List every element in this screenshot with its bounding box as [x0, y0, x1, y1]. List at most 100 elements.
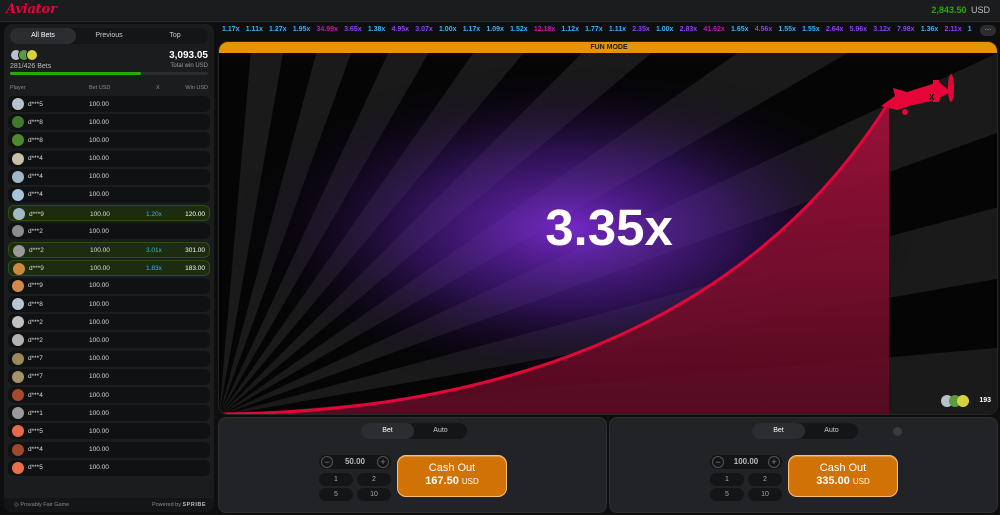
history-multiplier[interactable]: 1.17x — [222, 26, 240, 33]
history-multiplier[interactable]: 2.64x — [826, 26, 844, 33]
column-win: Win USD — [185, 85, 208, 91]
history-multiplier[interactable]: 1.55x — [778, 26, 796, 33]
fun-mode-banner: FUN MODE — [219, 42, 997, 53]
tab-auto[interactable]: Auto — [414, 423, 467, 439]
history-multiplier[interactable]: 1.00x — [439, 26, 457, 33]
bet-row: d***9 100.00 1.20x 120.00 — [8, 205, 210, 222]
tab-previous[interactable]: Previous — [76, 28, 142, 44]
avatar — [12, 225, 24, 238]
player-name: d***1 — [28, 409, 43, 417]
quick-bet-10[interactable]: 10 — [357, 488, 391, 501]
tab-top[interactable]: Top — [142, 28, 208, 44]
history-multiplier[interactable]: 2.35x — [632, 26, 650, 33]
history-multiplier[interactable]: 12.18x — [534, 26, 555, 33]
avatar — [13, 244, 25, 257]
bet-amount: 100.00 — [89, 136, 109, 144]
plus-button[interactable]: + — [377, 456, 389, 468]
powered-by-label: Powered by — [151, 502, 181, 508]
tab-bet[interactable]: Bet — [361, 423, 414, 439]
history-multiplier[interactable]: 1.11x — [609, 26, 626, 33]
cash-out-button[interactable]: Cash Out 167.50 USD — [397, 455, 507, 497]
bet-row: d***2 100.00 3.01x 301.00 — [8, 241, 210, 258]
bet-row: d***8 100.00 — [8, 296, 210, 313]
avatar — [12, 370, 24, 383]
tab-auto[interactable]: Auto — [805, 423, 858, 439]
quick-bet-10[interactable]: 10 — [748, 488, 782, 501]
history-multiplier[interactable]: 3.12x — [873, 26, 891, 33]
aviator-logo[interactable]: Aviator — [6, 2, 57, 17]
history-multiplier[interactable]: 3.65x — [344, 26, 362, 33]
avatar — [12, 188, 24, 201]
game-area: FUN MODE X 3.35x 193 — [218, 41, 998, 415]
quick-bet-1[interactable]: 1 — [319, 473, 353, 486]
bets-progress-bar — [10, 72, 208, 75]
history-multiplier[interactable]: 1.12x — [561, 26, 579, 33]
quick-bet-5[interactable]: 5 — [710, 488, 744, 501]
avatar — [12, 389, 24, 401]
bet-row: d***2 100.00 — [8, 332, 210, 349]
bet-row: d***7 100.00 — [8, 350, 210, 367]
win-amount: 183.00 — [185, 265, 205, 273]
avatar — [12, 134, 24, 147]
history-multiplier[interactable]: 1.95x — [293, 26, 311, 33]
history-multiplier[interactable]: 1.38x — [368, 26, 386, 33]
provably-fair-link[interactable]: ◎ Provably Fair Game — [14, 502, 69, 508]
quick-bet-2[interactable]: 2 — [748, 473, 782, 486]
avatar — [12, 152, 24, 165]
quick-bet-5[interactable]: 5 — [319, 488, 353, 501]
bet-amount: 100.00 — [89, 427, 109, 435]
history-multiplier[interactable]: 34.99x — [316, 26, 337, 33]
history-multiplier[interactable]: 4.56x — [755, 26, 773, 33]
player-name: d***8 — [28, 300, 43, 308]
history-multiplier[interactable]: 1.36x — [921, 26, 939, 33]
history-multiplier[interactable]: 3.07x — [415, 26, 433, 33]
history-more-button[interactable]: … — [980, 25, 996, 36]
quick-bet-1[interactable]: 1 — [710, 473, 744, 486]
history-multiplier[interactable]: 5.96x — [850, 26, 868, 33]
history-multiplier[interactable]: 2.11x — [944, 26, 961, 33]
history-multiplier[interactable]: 1.77x — [585, 26, 603, 33]
history-multiplier[interactable]: 1.65x — [731, 26, 749, 33]
avatar-stack — [10, 49, 46, 61]
history-multiplier[interactable]: 1.09x — [486, 26, 504, 33]
player-name: d***5 — [28, 464, 43, 472]
avatar — [12, 425, 24, 438]
history-multiplier[interactable]: 41.62x — [703, 26, 724, 33]
history-multiplier[interactable]: 7.98x — [897, 26, 915, 33]
history-multiplier[interactable]: 1.03x — [968, 26, 972, 33]
history-multiplier[interactable]: 2.83x — [680, 26, 698, 33]
history-multiplier[interactable]: 1.27x — [269, 26, 287, 33]
win-amount: 120.00 — [185, 210, 205, 218]
history-multiplier[interactable]: 1.00x — [656, 26, 674, 33]
quick-bet-2[interactable]: 2 — [357, 473, 391, 486]
cash-out-button[interactable]: Cash Out 335.00 USD — [788, 455, 898, 497]
bets-list: d***5 100.00 d***8 100.00 d***8 100.00 d***4 10… — [8, 96, 210, 478]
bets-tabs: All Bets Previous Top — [10, 28, 208, 44]
tab-all-bets[interactable]: All Bets — [10, 28, 76, 44]
svg-text:X: X — [929, 93, 935, 102]
online-count: 193 — [979, 397, 991, 404]
plus-button[interactable]: + — [768, 456, 780, 468]
history-multiplier[interactable]: 4.95x — [392, 26, 410, 33]
player-name: d***2 — [29, 247, 44, 254]
bet-panel-2: Bet Auto − 100.00 + 1 2 5 10 Cash Out 33… — [609, 417, 998, 513]
cash-out-amount: 167.50 USD — [398, 475, 506, 487]
cash-out-value: 167.50 — [425, 475, 459, 487]
history-multiplier[interactable]: 1.52x — [510, 26, 528, 33]
bet-row: d***8 100.00 — [8, 132, 210, 149]
top-bar: Aviator 2,843.50 USD — [0, 0, 1000, 22]
player-name: d***7 — [28, 373, 43, 381]
tab-bet[interactable]: Bet — [752, 423, 805, 439]
bet-amount: 100.00 — [89, 355, 109, 363]
bet-mode-tabs: Bet Auto — [752, 423, 858, 439]
total-win-amount: 3,093.05 — [169, 50, 208, 61]
history-multiplier[interactable]: 1.11x — [246, 26, 263, 33]
bet-amount: 100.00 — [90, 247, 110, 254]
bet-row: d***9 100.00 1.83x 183.00 — [8, 259, 210, 276]
remove-panel-toggle[interactable] — [893, 427, 902, 436]
cashout-multiplier: 3.01x — [146, 247, 162, 254]
history-multiplier[interactable]: 1.55x — [802, 26, 820, 33]
bet-row: d***5 100.00 — [8, 423, 210, 440]
bet-row: d***7 100.00 — [8, 368, 210, 385]
history-multiplier[interactable]: 1.17x — [463, 26, 481, 33]
